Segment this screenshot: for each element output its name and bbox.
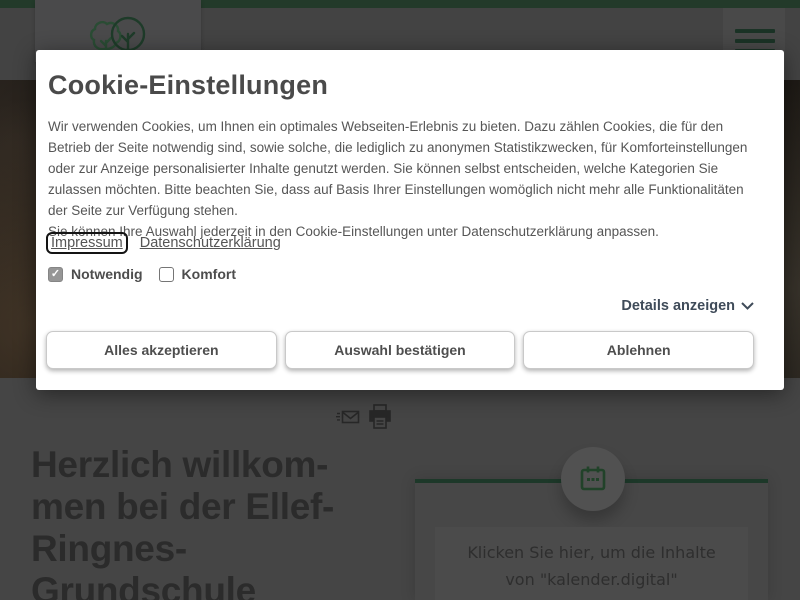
cookie-dialog: Cookie-Einstellungen Wir verwenden Cooki… (36, 50, 784, 390)
details-toggle-label: Details anzeigen (621, 298, 735, 314)
chevron-down-icon (741, 302, 754, 310)
confirm-selection-button[interactable]: Auswahl bestätigen (284, 331, 516, 369)
checkbox-label: Komfort (181, 266, 236, 282)
cookie-dialog-title: Cookie-Einstellungen (48, 70, 329, 100)
cookie-category-checkboxes: ✓ Notwendig Komfort (48, 266, 236, 282)
cookie-dialog-description: Wir verwenden Cookies, um Ihnen ein opti… (48, 119, 748, 239)
calendar-widget-card: Klicken Sie hier, um die Inhalte von "ka… (415, 447, 768, 600)
hamburger-icon (735, 29, 775, 33)
accept-all-button[interactable]: Alles akzeptieren (46, 331, 277, 369)
calendar-icon (580, 466, 606, 491)
checkbox-komfort[interactable]: Komfort (158, 266, 236, 282)
decline-button[interactable]: Ablehnen (523, 331, 755, 369)
page: Herzlich willkom- men bei der Ellef- Rin… (0, 0, 800, 600)
datenschutz-link[interactable]: Datenschutzerklärung (140, 235, 281, 251)
page-title: Herzlich willkom- men bei der Ellef- Rin… (31, 444, 335, 600)
share-actions (336, 402, 396, 432)
printer-icon[interactable] (368, 404, 392, 430)
checkbox-notwendig[interactable]: ✓ Notwendig (48, 266, 143, 282)
checkbox-checked-icon[interactable]: ✓ (48, 266, 63, 282)
cookie-dialog-buttons: Alles akzeptieren Auswahl bestätigen Abl… (46, 331, 755, 369)
calendar-widget-button[interactable] (561, 447, 625, 511)
mail-icon[interactable] (336, 408, 360, 426)
details-toggle[interactable]: Details anzeigen (621, 298, 754, 314)
hamburger-icon (735, 39, 775, 43)
checkbox-label: Notwendig (71, 266, 143, 282)
cookie-dialog-links: Impressum Datenschutzerklärung (46, 232, 281, 254)
impressum-link[interactable]: Impressum (46, 232, 128, 254)
checkbox-unchecked-icon[interactable] (158, 266, 174, 282)
calendar-consent-message[interactable]: Klicken Sie hier, um die Inhalte von "ka… (435, 527, 748, 600)
